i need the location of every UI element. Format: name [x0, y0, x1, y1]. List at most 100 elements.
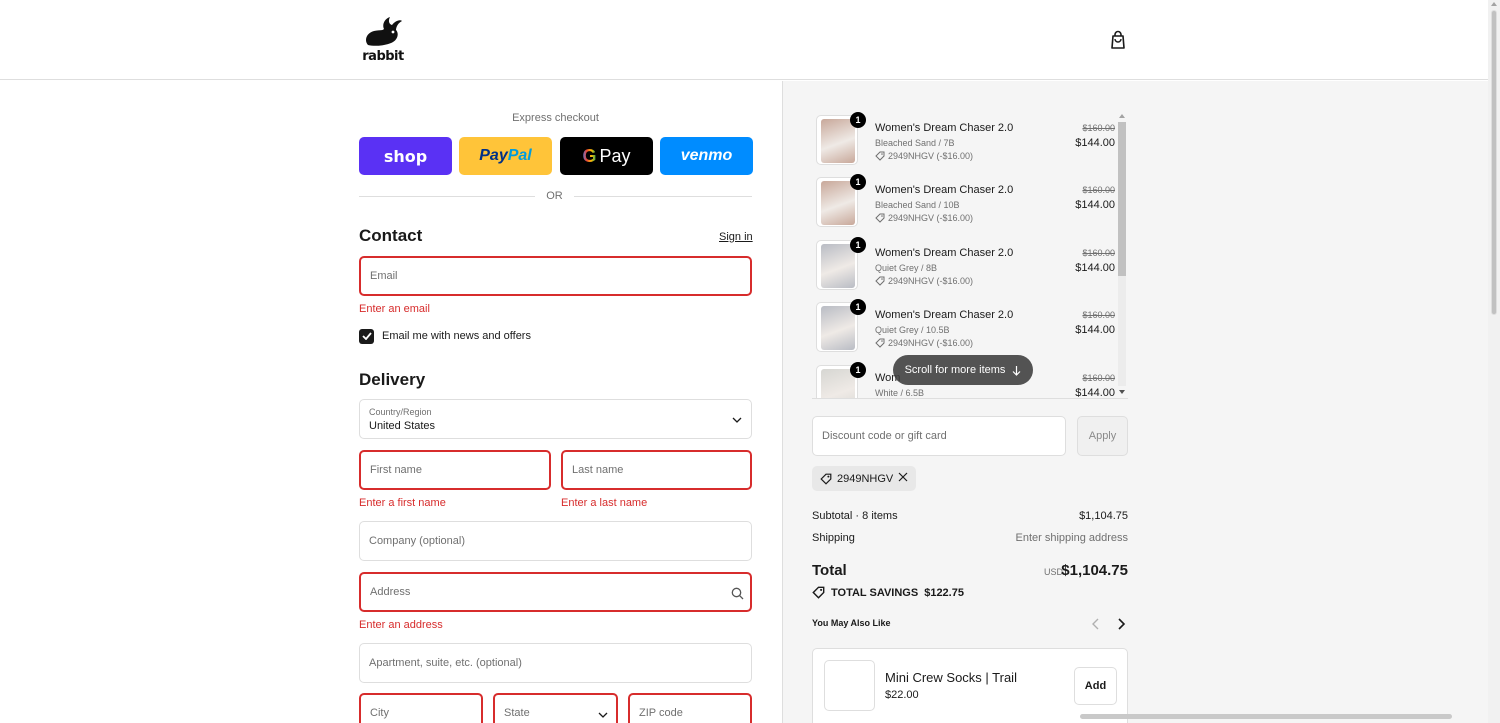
total-label: Total — [812, 562, 847, 579]
remove-code-icon[interactable] — [898, 472, 908, 482]
item-discount-code: 2949NHGV (-$16.00) — [888, 338, 974, 348]
divider-line — [359, 196, 535, 197]
item-variant: Bleached Sand / 7B — [875, 138, 955, 148]
item-name: Women's Dream Chaser 2.0 — [875, 247, 1014, 259]
rabbit-icon — [366, 17, 402, 46]
applied-code-text: 2949NHGV — [837, 472, 894, 485]
city-field[interactable] — [359, 693, 483, 723]
shipping-value: Enter shipping address — [1015, 532, 1128, 544]
zip-input[interactable] — [639, 707, 750, 719]
item-discount: 2949NHGV (-$16.00) — [875, 213, 973, 223]
item-variant: Bleached Sand / 10B — [875, 200, 960, 210]
item-original-price: $160.00 — [1082, 248, 1115, 258]
item-price: $144.00 — [1075, 137, 1115, 149]
add-recommended-button[interactable]: Add — [1074, 667, 1117, 705]
subtotal-row: Subtotal · 8 items $1,104.75 — [812, 510, 1128, 522]
checkmark-icon — [361, 332, 372, 340]
shoe-image — [821, 181, 855, 225]
sign-in-link[interactable]: Sign in — [719, 231, 753, 243]
recommended-product-price: $22.00 — [885, 689, 919, 701]
subtotal-label: Subtotal · 8 items — [812, 510, 898, 522]
venmo-button[interactable]: venmo — [660, 137, 753, 175]
total-currency: USD — [1044, 567, 1064, 577]
scroll-for-more-button[interactable]: Scroll for more items — [893, 355, 1033, 385]
company-field[interactable] — [359, 521, 752, 561]
apartment-field[interactable] — [359, 643, 752, 683]
apply-discount-button[interactable]: Apply — [1077, 416, 1128, 456]
item-variant: Quiet Grey / 10.5B — [875, 325, 950, 335]
last-name-field[interactable] — [561, 450, 752, 490]
scroll-thumb[interactable] — [1491, 10, 1497, 315]
address-field[interactable] — [359, 572, 752, 612]
first-name-field[interactable] — [359, 450, 551, 490]
recommended-product-image — [824, 660, 875, 711]
or-text: OR — [546, 190, 563, 202]
google-pay-button[interactable]: G Pay — [560, 137, 653, 175]
shop-pay-button[interactable]: shop — [359, 137, 452, 175]
discount-code-field[interactable] — [812, 416, 1066, 456]
last-name-input[interactable] — [572, 464, 750, 476]
cart-item: 1 Women's Dream Chaser 2.0 Quiet Grey / … — [812, 299, 1115, 352]
rabbit-logo[interactable]: rabbit — [362, 15, 404, 65]
state-select[interactable] — [493, 693, 618, 723]
country-select[interactable]: Country/Region United States — [359, 399, 752, 439]
discount-code-input[interactable] — [822, 430, 1065, 442]
item-price: $144.00 — [1075, 199, 1115, 211]
shoe-image — [821, 244, 855, 288]
item-name: Women's Dream Chaser 2.0 — [875, 122, 1014, 134]
cart-item: 1 Women's Dream Chaser 2.0 Bleached Sand… — [812, 174, 1115, 227]
scroll-hint-label: Scroll for more items — [904, 364, 1006, 376]
company-input[interactable] — [369, 535, 751, 547]
first-name-error: Enter a first name — [359, 497, 446, 509]
recommendations-title: You May Also Like — [812, 618, 891, 628]
newsletter-label: Email me with news and offers — [382, 330, 531, 342]
address-input[interactable] — [370, 586, 750, 598]
paypal-label-pal: Pal — [507, 147, 532, 164]
paypal-label-pay: Pay — [479, 147, 508, 164]
horizontal-scrollbar[interactable] — [1080, 714, 1452, 719]
item-original-price: $160.00 — [1082, 185, 1115, 195]
shoe-image — [821, 119, 855, 163]
google-g-icon: G — [582, 145, 597, 166]
shoe-image — [821, 306, 855, 350]
address-error: Enter an address — [359, 619, 443, 631]
item-name: Women's Dream Chaser 2.0 — [875, 309, 1014, 321]
item-variant: White / 6.5B — [875, 388, 925, 398]
first-name-input[interactable] — [370, 464, 549, 476]
zip-field[interactable] — [628, 693, 752, 723]
shopping-bag-icon[interactable] — [1109, 30, 1127, 50]
item-original-price: $160.00 — [1082, 373, 1115, 383]
shipping-label: Shipping — [812, 532, 855, 544]
savings-value: $122.75 — [924, 586, 964, 599]
scroll-thumb[interactable] — [1118, 122, 1126, 276]
scroll-up-arrow[interactable] — [1119, 114, 1125, 118]
email-field[interactable] — [359, 256, 752, 296]
cart-list-scrollbar[interactable] — [1116, 112, 1128, 399]
newsletter-checkbox[interactable] — [359, 328, 374, 344]
scroll-up-arrow[interactable] — [1491, 2, 1497, 6]
search-icon — [731, 587, 744, 600]
cart-item: 1 Women's Dream Chaser 2.0 Bleached Sand… — [812, 112, 1115, 165]
savings-label: TOTAL SAVINGS — [831, 586, 919, 599]
total-savings: TOTAL SAVINGS $122.75 — [812, 586, 964, 599]
tag-icon — [875, 338, 885, 348]
newsletter-checkbox-row[interactable]: Email me with news and offers — [359, 328, 531, 344]
site-header: rabbit — [0, 0, 1488, 80]
tag-icon — [820, 473, 832, 485]
email-input[interactable] — [370, 270, 750, 282]
chevron-right-icon[interactable] — [1115, 617, 1127, 631]
apartment-input[interactable] — [369, 657, 751, 669]
logo-wordmark: rabbit — [362, 49, 404, 64]
chevron-left-icon[interactable] — [1090, 617, 1102, 631]
shop-pay-label: shop — [383, 146, 428, 166]
venmo-label: venmo — [680, 147, 733, 164]
paypal-button[interactable]: Pay Pal — [459, 137, 552, 175]
city-input[interactable] — [370, 707, 481, 719]
scroll-down-arrow[interactable] — [1119, 390, 1125, 394]
recommended-product-name: Mini Crew Socks | Trail — [885, 670, 1017, 685]
contact-title: Contact — [359, 226, 423, 245]
page-scrollbar[interactable] — [1488, 0, 1500, 723]
quantity-badge: 1 — [850, 362, 866, 378]
item-price: $144.00 — [1075, 262, 1115, 274]
total-value: $1,104.75 — [1061, 562, 1128, 579]
